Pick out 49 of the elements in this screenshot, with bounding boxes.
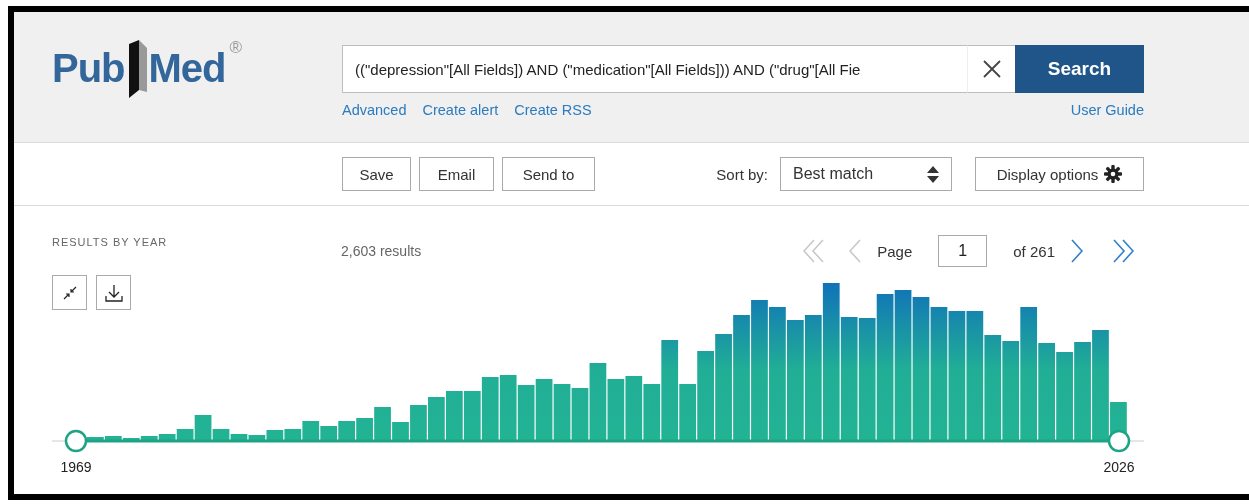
range-handle[interactable] — [64, 429, 88, 453]
user-guide-link[interactable]: User Guide — [1070, 102, 1144, 118]
up-down-caret-icon — [927, 165, 939, 183]
histogram-bar — [445, 391, 463, 441]
histogram-bar — [517, 385, 535, 441]
histogram-bar — [535, 379, 553, 441]
collapse-arrows-icon — [62, 285, 77, 300]
send-to-button[interactable]: Send to — [502, 157, 595, 191]
sort-label: Sort by: — [716, 165, 768, 183]
page-total: of 261 — [1013, 242, 1055, 260]
link[interactable]: Advanced — [342, 102, 407, 118]
chevron-right-icon — [1071, 239, 1083, 263]
histogram-bar — [625, 376, 643, 441]
histogram-bar — [338, 421, 356, 441]
registered-mark: ® — [229, 38, 243, 58]
start-year: 1969 — [60, 459, 92, 475]
collapse-button[interactable] — [52, 275, 87, 310]
double-chevron-right-icon — [1113, 239, 1134, 263]
save-button[interactable]: Save — [342, 157, 411, 191]
close-icon — [981, 59, 1002, 79]
logo-text: Pub — [52, 48, 125, 88]
email-button[interactable]: Email — [419, 157, 494, 191]
double-chevron-left-icon — [803, 239, 825, 263]
settings-icon — [1104, 165, 1123, 183]
section-title: RESULTS BY YEAR — [52, 236, 169, 248]
search-field[interactable]: (("depression"[All Fields]) AND ("medication"[All Fields])) AND ("drug"[All Fie — [342, 45, 967, 93]
download-button[interactable] — [96, 275, 131, 310]
histogram-bar — [607, 379, 625, 441]
histogram-bar — [553, 384, 571, 441]
page-label: Page — [877, 242, 913, 260]
histogram-bar — [428, 397, 445, 441]
chevron-left-icon — [849, 239, 862, 263]
histogram-bar — [463, 391, 481, 441]
histogram-bar — [481, 377, 499, 441]
link[interactable]: Create alert — [422, 102, 499, 118]
results-count: 2,603 results — [341, 243, 422, 259]
histogram-bar — [499, 375, 517, 441]
end-year: 2026 — [1103, 459, 1135, 475]
download-icon — [104, 283, 123, 302]
link[interactable]: Create RSS — [514, 102, 592, 118]
page-input[interactable]: 1 — [938, 235, 988, 267]
clear-button[interactable] — [967, 45, 1015, 93]
search-button[interactable]: Search — [1015, 45, 1144, 93]
next-page-button[interactable] — [1071, 239, 1083, 263]
last-page-button[interactable] — [1113, 239, 1134, 263]
display-options-button[interactable]: Display options — [975, 157, 1144, 191]
range-handle[interactable] — [1107, 429, 1131, 453]
logo-text: Med — [148, 48, 226, 88]
sort-dropdown[interactable]: Best match — [780, 157, 952, 191]
